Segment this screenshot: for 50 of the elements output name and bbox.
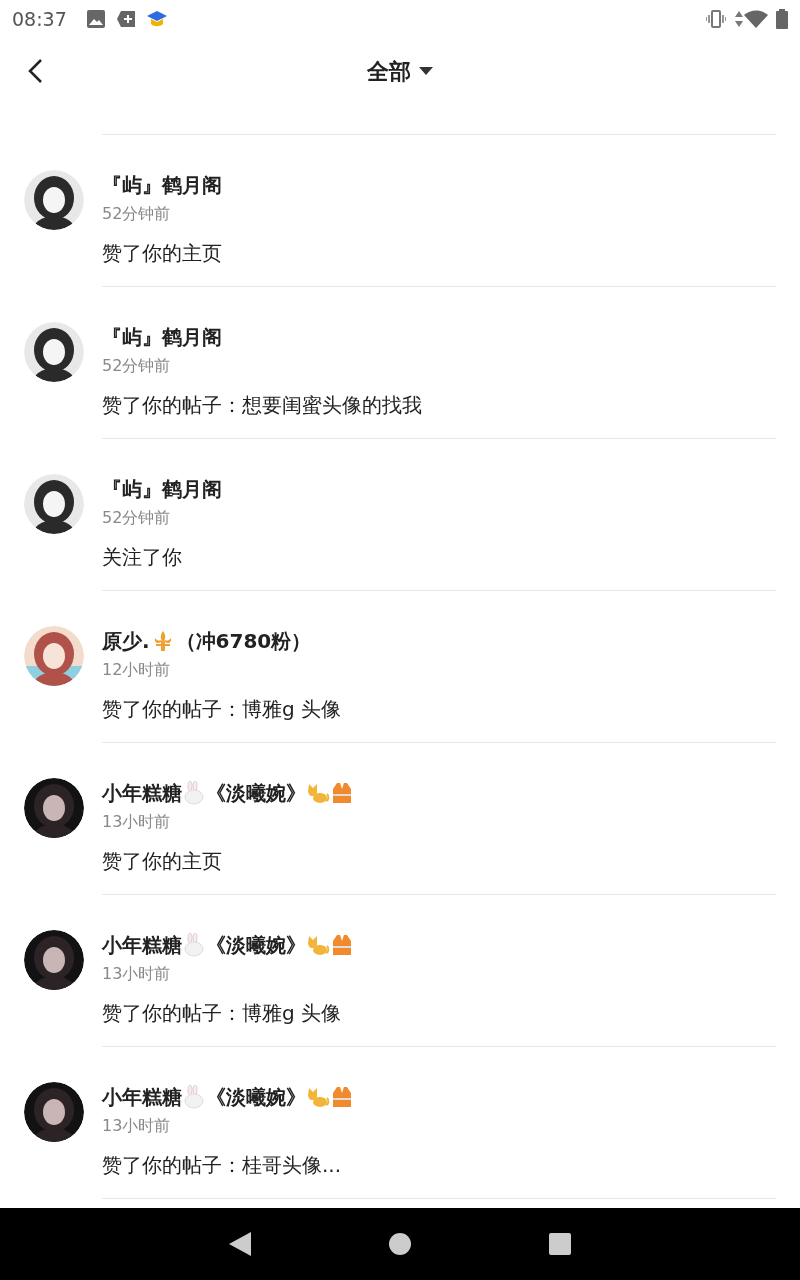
rabbit-icon	[182, 933, 206, 957]
back-triangle-icon	[229, 1232, 251, 1256]
recents-square-icon	[549, 1233, 571, 1255]
data-arrows-icon	[734, 10, 744, 28]
home-circle-icon	[389, 1233, 411, 1255]
timestamp: 52分钟前	[102, 355, 171, 377]
notification-message: 赞了你的帖子：想要闺蜜头像的找我	[102, 392, 422, 419]
user-name: （冲6780粉）	[175, 628, 312, 655]
timestamp: 52分钟前	[102, 203, 171, 225]
graduation-cap-icon	[146, 10, 167, 28]
safety-vest-icon	[330, 933, 354, 957]
vibrate-icon	[706, 10, 726, 28]
battery-icon	[776, 9, 788, 29]
safety-vest-icon	[330, 781, 354, 805]
user-name: 原少.	[102, 628, 150, 655]
safety-vest-icon	[330, 1085, 354, 1109]
user-name: 《淡曦婉》	[206, 1084, 306, 1111]
cat-icon	[306, 933, 330, 957]
cat-icon	[306, 781, 330, 805]
add-tag-icon	[116, 11, 135, 27]
timestamp: 13小时前	[102, 1115, 171, 1137]
user-name: 小年糕糖	[102, 1084, 182, 1111]
image-icon	[86, 10, 105, 28]
notification-message: 赞了你的主页	[102, 240, 222, 267]
timestamp: 13小时前	[102, 811, 171, 833]
user-name: 《淡曦婉》	[206, 932, 306, 959]
notification-message: 赞了你的帖子：桂哥头像...	[102, 1152, 342, 1179]
notification-message: 关注了你	[102, 544, 182, 571]
user-name: 『屿』鹤月阁	[102, 172, 222, 199]
cat-icon	[306, 1085, 330, 1109]
notification-message: 赞了你的主页	[102, 848, 222, 875]
status-time: 08:37	[12, 6, 67, 32]
home-button[interactable]	[389, 1233, 411, 1255]
back-icon	[27, 58, 43, 84]
user-name: 《淡曦婉》	[206, 780, 306, 807]
user-name: 『屿』鹤月阁	[102, 324, 222, 351]
rabbit-icon	[182, 781, 206, 805]
user-name: 『屿』鹤月阁	[102, 476, 222, 503]
rabbit-icon	[182, 1085, 206, 1109]
back-nav-button[interactable]	[229, 1232, 251, 1256]
notification-message: 赞了你的帖子：博雅g 头像	[102, 1000, 342, 1027]
caret-icon	[419, 67, 433, 75]
timestamp: 12小时前	[102, 659, 171, 681]
notification-message: 赞了你的帖子：博雅g 头像	[102, 696, 342, 723]
user-name: 小年糕糖	[102, 932, 182, 959]
timestamp: 52分钟前	[102, 507, 171, 529]
filter-dropdown[interactable]: 全部	[367, 54, 433, 88]
user-name: 小年糕糖	[102, 780, 182, 807]
wifi-icon	[744, 10, 768, 28]
timestamp: 13小时前	[102, 963, 171, 985]
